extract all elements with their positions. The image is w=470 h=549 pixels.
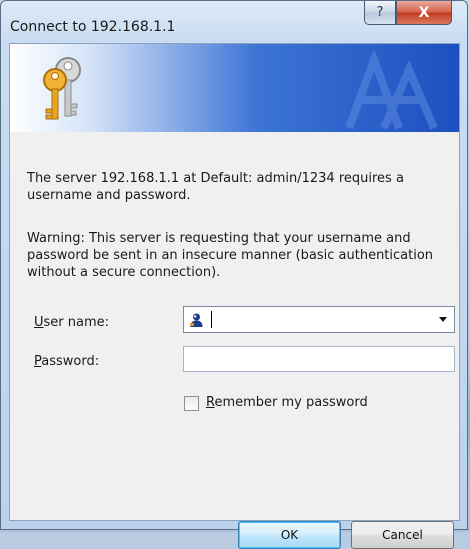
password-field[interactable]	[183, 346, 455, 372]
remember-checkbox[interactable]	[184, 396, 199, 411]
dialog-body: The server 192.168.1.1 at Default: admin…	[9, 43, 460, 549]
username-input[interactable]	[210, 311, 425, 328]
username-label-text: ser name:	[43, 315, 110, 330]
banner-watermark	[345, 50, 438, 130]
window-title: Connect to 192.168.1.1	[10, 19, 176, 35]
login-dialog: Connect to 192.168.1.1 ? X The server 19…	[0, 0, 468, 549]
username-label: User name:	[34, 315, 109, 330]
title-bar[interactable]: Connect to 192.168.1.1 ? X	[1, 1, 467, 43]
password-label: Password:	[34, 354, 99, 369]
close-icon: X	[418, 4, 430, 21]
banner	[10, 44, 459, 132]
help-button[interactable]: ?	[364, 1, 396, 25]
chevron-down-icon[interactable]	[439, 317, 447, 322]
cancel-button[interactable]: Cancel	[351, 521, 454, 549]
remember-label[interactable]: Remember my password	[206, 395, 368, 410]
remember-label-text: emember my password	[214, 395, 368, 410]
text-cursor	[211, 311, 212, 328]
keys-icon	[43, 57, 81, 120]
help-icon: ?	[376, 5, 384, 20]
close-button[interactable]: X	[396, 1, 452, 25]
warning-message: Warning: This server is requesting that …	[27, 231, 434, 280]
server-message: The server 192.168.1.1 at Default: admin…	[27, 171, 404, 203]
password-label-text: assword:	[41, 354, 100, 369]
ok-button[interactable]: OK	[238, 521, 341, 549]
user-icon	[190, 313, 203, 327]
username-combobox[interactable]	[183, 306, 455, 333]
username-label-accel: U	[34, 315, 44, 330]
